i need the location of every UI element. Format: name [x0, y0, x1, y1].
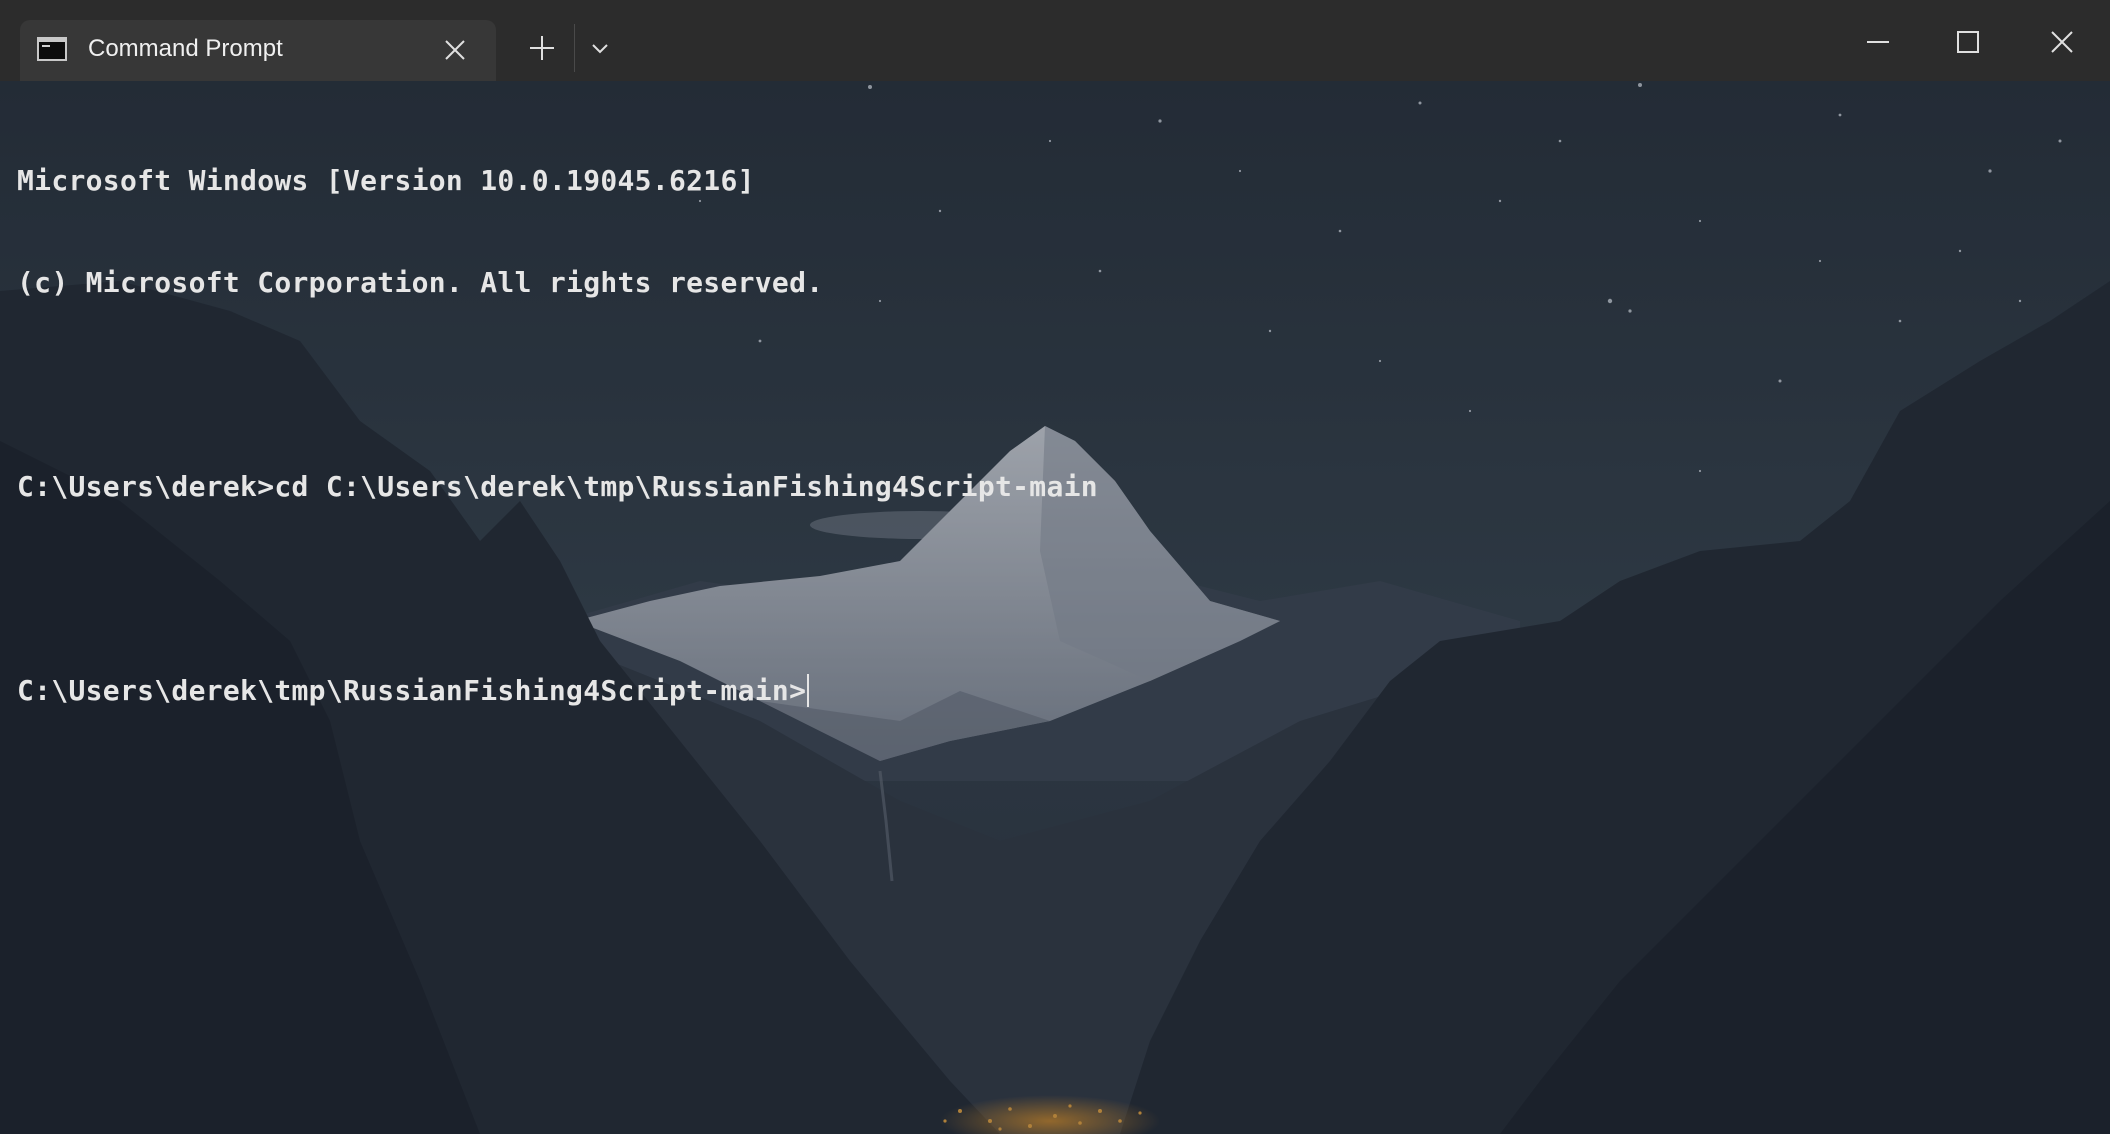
text-cursor [807, 674, 810, 707]
close-icon [445, 40, 465, 60]
console-line: C:\Users\derek>cd C:\Users\derek\tmp\Rus… [17, 470, 1098, 503]
console-output: Microsoft Windows [Version 10.0.19045.62… [17, 96, 1098, 776]
titlebar-divider [574, 24, 575, 72]
prompt-line[interactable]: C:\Users\derek\tmp\RussianFishing4Script… [17, 674, 1098, 708]
new-tab-dropdown-button[interactable] [582, 30, 618, 66]
minimize-icon [1867, 41, 1889, 43]
new-tab-button[interactable] [522, 28, 562, 68]
tab-close-button[interactable] [438, 33, 472, 67]
close-icon [2051, 31, 2073, 53]
maximize-button[interactable] [1936, 20, 2000, 64]
maximize-icon [1957, 31, 1979, 53]
tab-command-prompt[interactable]: Command Prompt [20, 20, 496, 81]
terminal-pane[interactable]: Microsoft Windows [Version 10.0.19045.62… [0, 81, 2110, 1134]
title-bar: Command Prompt [0, 0, 2110, 81]
minimize-button[interactable] [1846, 20, 1910, 64]
tab-title: Command Prompt [88, 35, 283, 62]
prompt-text: C:\Users\derek\tmp\RussianFishing4Script… [17, 674, 807, 707]
plus-icon [530, 36, 554, 60]
window-close-button[interactable] [2030, 20, 2094, 64]
chevron-down-icon [592, 44, 608, 54]
terminal-window: Command Prompt Microsoft Windows [Versio… [0, 0, 2110, 1134]
console-line: Microsoft Windows [Version 10.0.19045.62… [17, 164, 755, 197]
command-prompt-icon [37, 37, 67, 61]
console-line: (c) Microsoft Corporation. All rights re… [17, 266, 824, 299]
